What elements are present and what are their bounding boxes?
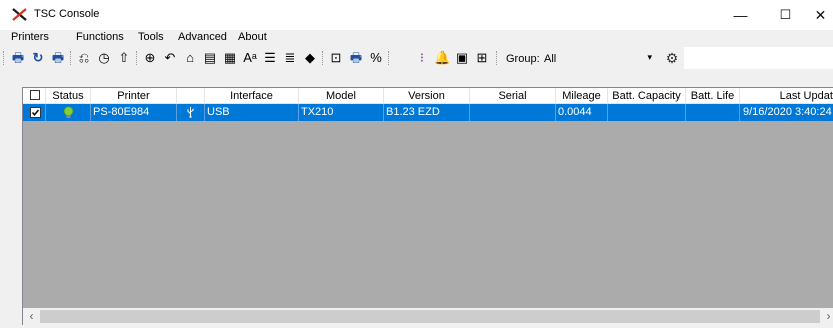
header-batt-capacity[interactable]: Batt. Capacity <box>608 88 686 104</box>
toolbar-separator <box>70 51 73 65</box>
printer-settings-icon[interactable]: 🖶 <box>348 50 364 66</box>
scrollbar-thumb[interactable] <box>40 310 820 323</box>
header-select-all[interactable] <box>23 88 46 104</box>
row-checkbox[interactable] <box>30 107 41 118</box>
usb-symbol <box>187 106 194 118</box>
lightbulb-status-icon <box>63 106 74 118</box>
font-icon[interactable]: Aᵃ <box>242 50 258 66</box>
select-all-checkbox[interactable] <box>30 90 40 100</box>
scroll-left-icon[interactable]: ‹ <box>23 308 40 325</box>
last-update-cell: 9/16/2020 3:40:24 <box>740 104 833 121</box>
minimize-button[interactable]: — <box>718 0 763 30</box>
scroll-right-icon[interactable]: › <box>820 308 833 325</box>
status-cell <box>46 104 91 121</box>
version-cell: B1.23 EZD <box>384 104 470 121</box>
bell-icon[interactable]: 🔔 <box>434 50 450 66</box>
grid-icon[interactable]: ⊞ <box>474 50 490 66</box>
header-batt-life[interactable]: Batt. Life <box>686 88 740 104</box>
printer-name-cell: PS-80E984 <box>91 104 177 121</box>
display-icon[interactable]: ▣ <box>454 50 470 66</box>
calibrate-icon[interactable]: ⎌ <box>76 50 92 66</box>
menu-about[interactable]: About <box>238 31 267 43</box>
title-bar: TSC Console — ☐ ✕ <box>0 0 833 30</box>
menu-advanced[interactable]: Advanced <box>178 31 227 43</box>
diamond-icon[interactable]: ◆ <box>302 50 318 66</box>
grid-header: Status Printer Interface Model Version S… <box>23 88 833 104</box>
gear-icon[interactable]: ⚙ <box>664 50 680 66</box>
header-printer[interactable]: Printer <box>91 88 177 104</box>
group-select-value: All <box>544 53 557 65</box>
table-row[interactable]: PS-80E984 USB TX210 B1.23 EZD 0.0044 9/1… <box>23 104 833 121</box>
menu-functions[interactable]: Functions <box>76 31 124 43</box>
upload-icon[interactable]: ⇧ <box>116 50 132 66</box>
tsc-logo-icon <box>12 8 27 21</box>
add-printer-icon[interactable]: 🖶 <box>10 50 26 66</box>
remove-printer-icon[interactable]: 🖶 <box>50 50 66 66</box>
home-icon[interactable]: ⌂ <box>182 50 198 66</box>
model-cell: TX210 <box>299 104 384 121</box>
menu-printers[interactable]: Printers <box>11 31 49 43</box>
close-button[interactable]: ✕ <box>808 0 833 30</box>
maximize-button[interactable]: ☐ <box>763 0 808 30</box>
target-icon[interactable]: ⊕ <box>142 50 158 66</box>
interface-cell: USB <box>205 104 299 121</box>
header-interface[interactable]: Interface <box>205 88 299 104</box>
usb-icon <box>177 104 205 121</box>
header-version[interactable]: Version <box>384 88 470 104</box>
indent-list-icon[interactable]: ≣ <box>282 50 298 66</box>
percent-icon[interactable]: % <box>368 50 384 66</box>
group-select[interactable]: All ▾ <box>541 50 656 66</box>
toolbar-separator <box>322 51 325 65</box>
printer-grid[interactable]: Status Printer Interface Model Version S… <box>22 87 833 309</box>
file-icon[interactable]: ▦ <box>222 50 238 66</box>
header-serial[interactable]: Serial <box>470 88 556 104</box>
toolbar-separator <box>136 51 139 65</box>
clock-icon[interactable]: ◷ <box>96 50 112 66</box>
menu-tools[interactable]: Tools <box>138 31 164 43</box>
window-title: TSC Console <box>34 8 100 20</box>
batt-capacity-cell <box>608 104 686 121</box>
header-mileage[interactable]: Mileage <box>556 88 608 104</box>
toolbar-empty-area <box>684 47 833 69</box>
batt-life-cell <box>686 104 740 121</box>
header-status[interactable]: Status <box>46 88 91 104</box>
refresh-icon[interactable]: ↻ <box>30 50 46 66</box>
dots-icon[interactable]: ⁝ <box>414 50 430 66</box>
terminal-icon[interactable]: ⊡ <box>328 50 344 66</box>
toolbar-separator <box>496 51 499 65</box>
horizontal-scrollbar[interactable]: ‹ › <box>22 308 833 325</box>
toolbar: 🖶 ↻ 🖶 ⎌ ◷ ⇧ ⊕ ↶ ⌂ ▤ ▦ Aᵃ ☰ ≣ ◆ ⊡ 🖶 % ⁝ 🔔… <box>0 46 833 70</box>
undo-icon[interactable]: ↶ <box>162 50 178 66</box>
list-icon[interactable]: ☰ <box>262 50 278 66</box>
serial-cell <box>470 104 556 121</box>
header-model[interactable]: Model <box>299 88 384 104</box>
menu-bar: Printers Functions Tools Advanced About <box>0 30 833 46</box>
chevron-down-icon: ▾ <box>647 52 652 62</box>
row-select-cell[interactable] <box>23 104 46 121</box>
group-label: Group: <box>506 53 540 65</box>
header-last-update[interactable]: Last Update <box>740 88 833 104</box>
toolbar-grip <box>3 51 6 65</box>
form-icon[interactable]: ▤ <box>202 50 218 66</box>
toolbar-separator <box>388 51 391 65</box>
header-interface-icon[interactable] <box>177 88 205 104</box>
mileage-cell: 0.0044 <box>556 104 608 121</box>
